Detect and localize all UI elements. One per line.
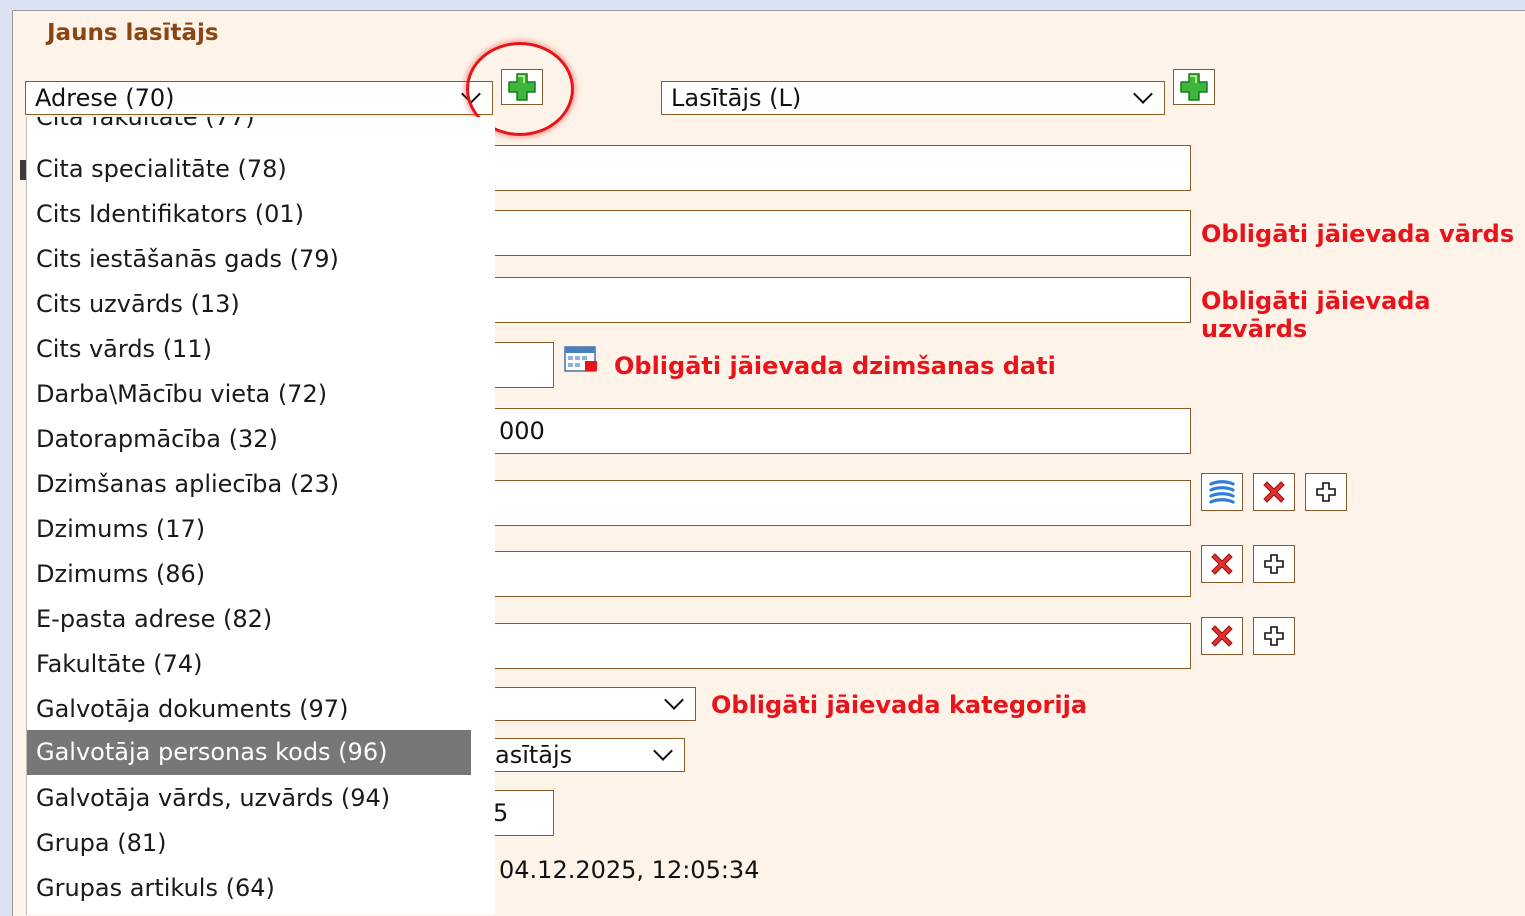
first-name-field[interactable] bbox=[470, 210, 1191, 256]
attribute-dropdown-list[interactable]: Cita fakultāte (77) Cita specialitāte (7… bbox=[26, 117, 495, 915]
dropdown-option[interactable]: Cita fakultāte (77) bbox=[27, 117, 471, 140]
barcode-field[interactable]: 000 bbox=[470, 408, 1191, 454]
last-name-field[interactable] bbox=[470, 277, 1191, 323]
dropdown-option[interactable]: Galvotāja dokuments (97) bbox=[27, 687, 471, 732]
dropdown-option[interactable]: Datorapmācība (32) bbox=[27, 417, 471, 462]
add-row-button[interactable] bbox=[1305, 473, 1347, 511]
dropdown-option[interactable]: Dzimšanas apliecība (23) bbox=[27, 462, 471, 507]
timestamp: 04.12.2025, 12:05:34 bbox=[499, 856, 760, 884]
red-x-icon bbox=[1211, 625, 1233, 647]
delete-button[interactable] bbox=[1201, 617, 1243, 655]
dropdown-option[interactable]: Grupas artikuls (64) bbox=[27, 866, 471, 911]
category-error: Obligāti jāievada kategorija bbox=[711, 691, 1088, 719]
dropdown-option[interactable]: Cits vārds (11) bbox=[27, 327, 471, 372]
dropdown-option[interactable]: Dzimums (86) bbox=[27, 552, 471, 597]
add-role-button[interactable] bbox=[1173, 69, 1215, 105]
small-plus-icon bbox=[1316, 482, 1336, 502]
address-field-2[interactable] bbox=[470, 551, 1191, 597]
chevron-down-icon bbox=[1133, 84, 1153, 104]
dropdown-option[interactable]: Cits Identifikators (01) bbox=[27, 192, 471, 237]
red-x-icon bbox=[1211, 553, 1233, 575]
dropdown-option[interactable]: Cita specialitāte (78) bbox=[27, 147, 471, 192]
list-button[interactable] bbox=[1201, 473, 1243, 511]
list-icon bbox=[1209, 480, 1235, 504]
address-field-3[interactable] bbox=[470, 623, 1191, 669]
role-select-value: Lasītājs (L) bbox=[671, 84, 802, 112]
first-name-error: Obligāti jāievada vārds bbox=[1201, 220, 1515, 248]
dropdown-option[interactable]: Darba\Mācību vieta (72) bbox=[27, 372, 471, 417]
dropdown-option[interactable]: Cits iestāšanās gads (79) bbox=[27, 237, 471, 282]
add-row-button[interactable] bbox=[1253, 545, 1295, 583]
attribute-select[interactable]: Adrese (70) bbox=[25, 81, 493, 115]
form-title: Jauns lasītājs bbox=[47, 20, 219, 46]
add-row-button[interactable] bbox=[1253, 617, 1295, 655]
chevron-down-icon bbox=[653, 741, 673, 761]
role-select[interactable]: Lasītājs (L) bbox=[661, 81, 1165, 115]
reader-type-select[interactable]: asītājs bbox=[470, 738, 685, 772]
calendar-icon[interactable] bbox=[563, 343, 601, 379]
dropdown-option[interactable]: Galvotāja vārds, uzvārds (94) bbox=[27, 776, 471, 821]
category-select[interactable] bbox=[470, 687, 696, 721]
number-field-value: 5 bbox=[493, 799, 509, 827]
dropdown-option-selected[interactable]: Galvotāja personas kods (96) bbox=[27, 730, 471, 775]
dropdown-option[interactable]: Grupa (81) bbox=[27, 821, 471, 866]
reader-type-select-value: asītājs bbox=[495, 741, 573, 769]
delete-button[interactable] bbox=[1201, 545, 1243, 583]
delete-button[interactable] bbox=[1253, 473, 1295, 511]
chevron-down-icon bbox=[664, 690, 684, 710]
birth-error: Obligāti jāievada dzimšanas dati bbox=[614, 352, 1056, 380]
dropdown-option[interactable]: Fakultāte (74) bbox=[27, 642, 471, 687]
attribute-select-value: Adrese (70) bbox=[35, 84, 175, 112]
small-plus-icon bbox=[1264, 626, 1284, 646]
barcode-field-value: 000 bbox=[499, 417, 545, 445]
red-x-icon bbox=[1263, 481, 1285, 503]
dropdown-option[interactable]: Dzimums (17) bbox=[27, 507, 471, 552]
dropdown-option[interactable]: E-pasta adrese (82) bbox=[27, 597, 471, 642]
last-name-error: Obligāti jāievada uzvārds bbox=[1201, 287, 1431, 343]
small-plus-icon bbox=[1264, 554, 1284, 574]
text-field-1[interactable] bbox=[470, 145, 1191, 191]
address-field-1[interactable] bbox=[470, 480, 1191, 526]
green-plus-icon bbox=[1180, 73, 1208, 101]
dropdown-option[interactable]: Cits uzvārds (13) bbox=[27, 282, 471, 327]
